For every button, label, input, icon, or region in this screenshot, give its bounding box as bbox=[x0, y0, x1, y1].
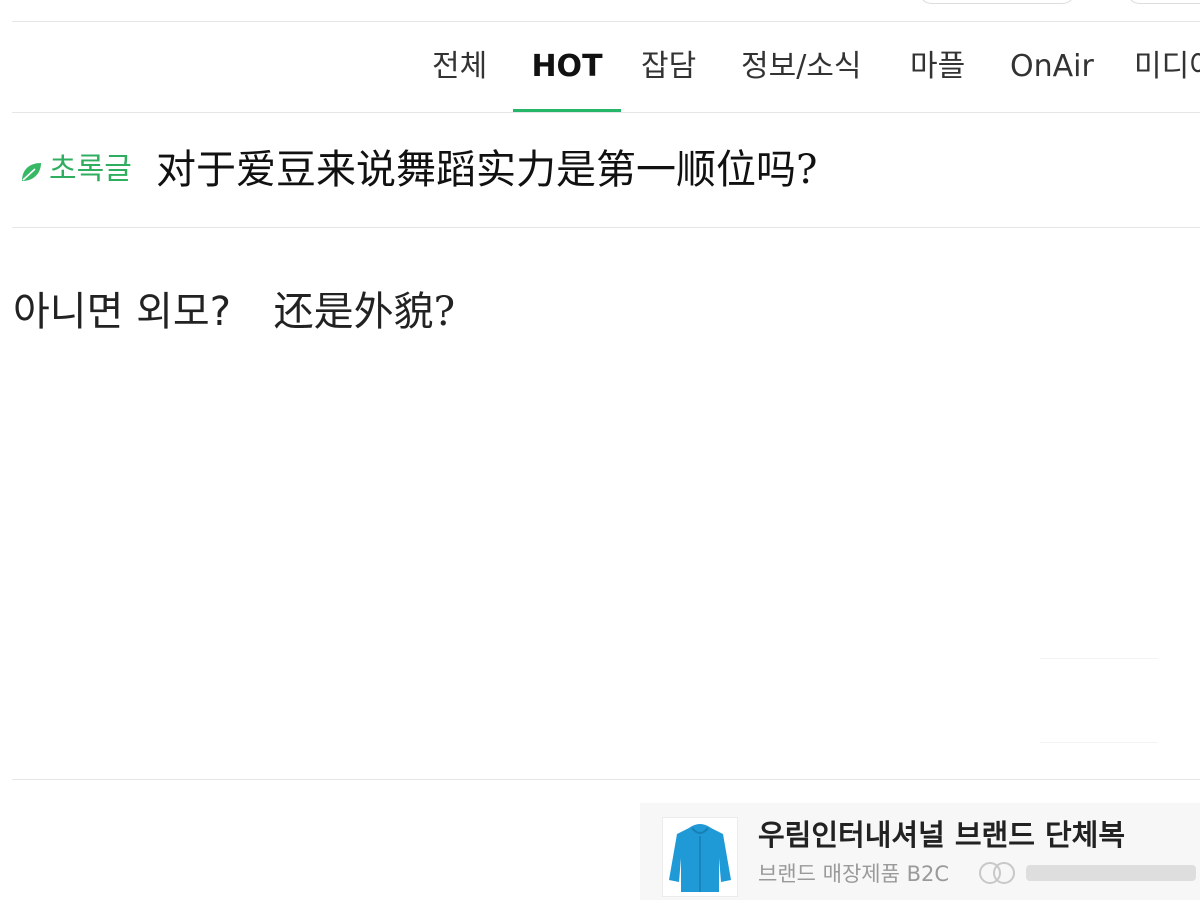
ad-thumbnail bbox=[662, 817, 738, 897]
faint-divider bbox=[1040, 658, 1158, 659]
tab-mafeul[interactable]: 마플 bbox=[910, 24, 965, 112]
tab-media[interactable]: 미디어 bbox=[1134, 24, 1200, 112]
leaf-icon bbox=[22, 163, 41, 181]
watermark-overlay bbox=[956, 855, 1200, 891]
tab-hot[interactable]: HOT bbox=[513, 24, 621, 112]
post-body-chinese: 还是外貌? bbox=[273, 289, 456, 335]
post-title: 对于爱豆来说舞蹈实力是第一顺位吗? bbox=[156, 147, 818, 193]
post-body-korean: 아니면 외모? bbox=[13, 289, 231, 335]
category-tabs: 전체 HOT 잡담 정보/소식 마플 OnAir 미디어 bbox=[0, 24, 1200, 112]
post-body: 아니면 외모? 还是外貌? bbox=[13, 284, 455, 340]
top-action-pill[interactable] bbox=[1126, 0, 1200, 4]
faint-divider bbox=[1040, 742, 1158, 743]
ad-banner[interactable]: 우림인터내셔널 브랜드 단체복 브랜드 매장제품 B2C bbox=[640, 803, 1200, 900]
post-header: 초록글 对于爱豆来说舞蹈实力是第一顺位吗? bbox=[18, 132, 1200, 212]
top-search-pill[interactable] bbox=[918, 0, 1076, 4]
title-divider bbox=[12, 227, 1200, 228]
tab-info-news[interactable]: 정보/소식 bbox=[741, 24, 862, 112]
content-bottom-divider bbox=[12, 779, 1200, 780]
header-divider bbox=[12, 21, 1200, 22]
category-badge[interactable]: 초록글 bbox=[49, 150, 132, 190]
ad-title[interactable]: 우림인터내셔널 브랜드 단체복 bbox=[758, 815, 1125, 855]
tab-onair[interactable]: OnAir bbox=[1010, 24, 1094, 112]
watermark-icon bbox=[979, 862, 1196, 884]
ad-subtitle: 브랜드 매장제품 B2C bbox=[758, 862, 950, 886]
tabs-divider bbox=[12, 112, 1200, 113]
tab-all[interactable]: 전체 bbox=[432, 24, 487, 112]
jacket-icon bbox=[669, 824, 731, 892]
tab-chat[interactable]: 잡담 bbox=[641, 24, 696, 112]
